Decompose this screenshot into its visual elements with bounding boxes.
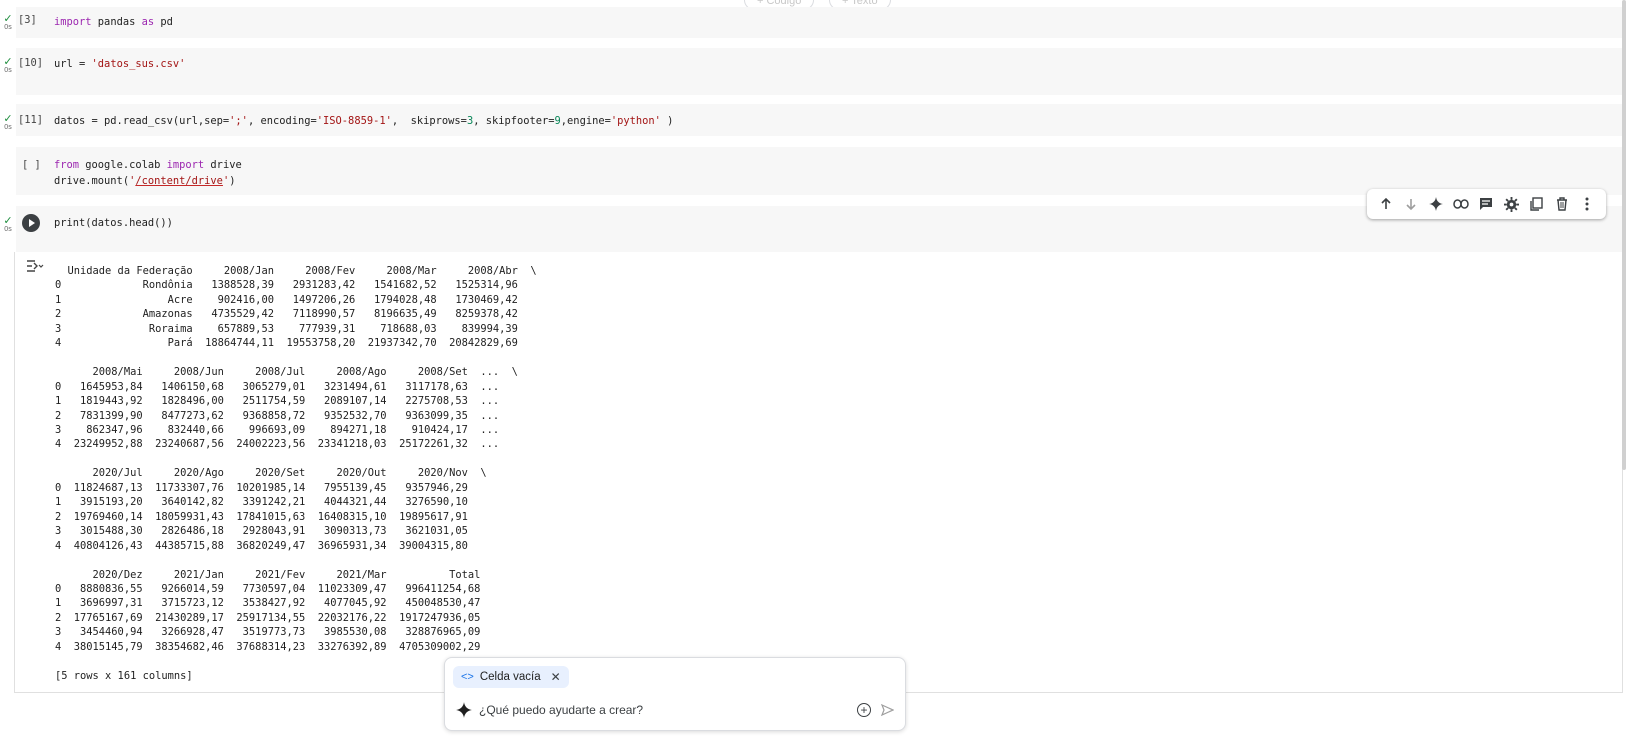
code-editor[interactable]: datos = pd.read_csv(url,sep=';', encodin… [54,113,673,129]
code-cell-2[interactable] [16,48,1623,95]
delete-icon[interactable] [1551,193,1573,215]
output-toggle-icon[interactable] [25,258,45,274]
code-editor[interactable]: print(datos.head()) [54,215,173,231]
cell-toolbar [1367,189,1606,219]
check-icon: ✓ [3,215,13,227]
execution-count: [ ] [22,159,41,171]
check-icon: ✓ [3,56,13,68]
code-editor[interactable]: url = 'datos_sus.csv' [54,56,185,72]
code-editor[interactable]: from google.colab import drive drive.mou… [54,157,242,189]
cell-3-status: ✓ 0s [1,114,15,132]
output-text: Unidade da Federação 2008/Jan 2008/Fev 2… [55,265,537,682]
code-editor[interactable]: import pandas as pd [54,14,173,30]
cell-output: Unidade da Federação 2008/Jan 2008/Fev 2… [14,252,1623,693]
cell-5-status: ✓ 0s [1,216,15,234]
execution-count: [10] [18,57,44,69]
ai-prompt-input[interactable] [479,703,839,717]
check-icon: ✓ [3,113,13,125]
code-cell-4[interactable] [16,147,1623,195]
gear-icon[interactable] [1501,193,1523,215]
code-cell-1[interactable] [16,7,1623,38]
code-icon: <> [461,671,474,683]
execution-count: [11] [18,114,44,126]
ai-prompt-panel: <> Celda vacía ✕ + [444,657,906,731]
check-icon: ✓ [3,13,13,25]
comment-icon[interactable] [1475,193,1497,215]
context-chip[interactable]: <> Celda vacía ✕ [453,666,569,688]
link-icon[interactable] [1450,193,1472,215]
cell-2-status: ✓ 0s [1,57,15,75]
sparkle-icon [455,701,473,724]
send-icon[interactable] [880,703,895,719]
execution-count: [3] [18,14,37,26]
sparkle-icon[interactable] [1425,193,1447,215]
scrollbar[interactable] [1622,0,1626,470]
run-cell-button[interactable] [22,214,40,232]
more-options-icon[interactable] [1576,193,1598,215]
move-up-icon[interactable] [1375,193,1397,215]
mirror-cell-icon[interactable] [1526,193,1548,215]
close-icon[interactable]: ✕ [551,670,561,684]
add-icon[interactable]: + [857,703,871,717]
cell-1-status: ✓ 0s [1,14,15,32]
move-down-icon[interactable] [1400,193,1422,215]
